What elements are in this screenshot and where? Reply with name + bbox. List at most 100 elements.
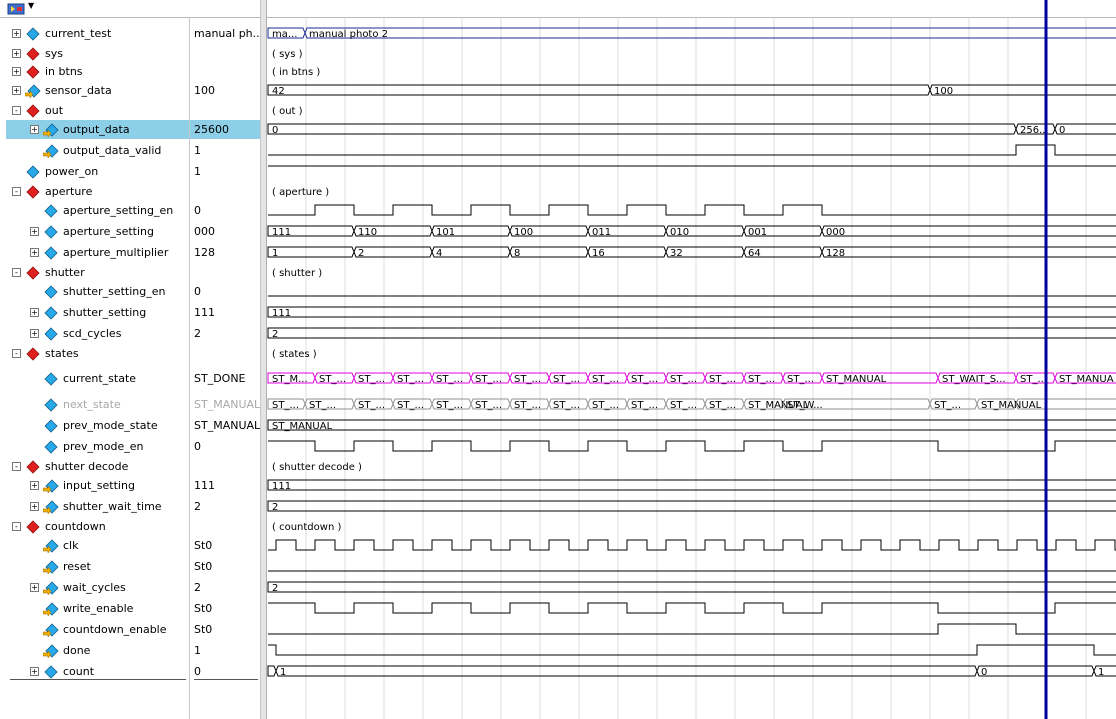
- expand-icon[interactable]: +: [30, 481, 39, 490]
- bus-label: 2: [358, 248, 364, 259]
- signal-value-row: 25600: [190, 120, 260, 139]
- bus-segment: [267, 123, 1017, 135]
- signal-name: scd_cycles: [63, 327, 122, 340]
- expand-icon[interactable]: +: [30, 125, 39, 134]
- collapse-icon[interactable]: -: [12, 106, 21, 115]
- expand-icon[interactable]: +: [12, 29, 21, 38]
- signal-value: 1: [194, 165, 201, 178]
- collapse-icon[interactable]: -: [12, 268, 21, 277]
- signal-row[interactable]: + scd_cycles: [0, 324, 189, 343]
- expand-icon[interactable]: +: [12, 86, 21, 95]
- signal-row[interactable]: write_enable: [0, 599, 189, 618]
- signal-row[interactable]: clk: [0, 536, 189, 555]
- signal-value-row: St0: [190, 557, 260, 576]
- signal-value-row: 0: [190, 282, 260, 301]
- signal-row[interactable]: shutter_setting_en: [0, 282, 189, 301]
- signal-name: write_enable: [63, 602, 134, 615]
- bus-label: ST_...: [436, 374, 463, 385]
- waveform-canvas[interactable]: ma... manual photo 2( sys )( in btns )42 1…: [267, 0, 1116, 719]
- signal-name: shutter_setting: [63, 306, 147, 319]
- chevron-down-icon[interactable]: ▼: [28, 1, 34, 10]
- signal-value-row: [190, 263, 260, 282]
- port-arrow-icon: [42, 602, 59, 622]
- bus-segment: [267, 327, 1116, 339]
- clk-wave: [268, 539, 1116, 551]
- signal-row[interactable]: done: [0, 641, 189, 660]
- bus-label: ST_...: [592, 400, 619, 411]
- expand-icon[interactable]: +: [30, 502, 39, 511]
- collapse-icon[interactable]: -: [12, 187, 21, 196]
- signal-row[interactable]: aperture_setting_en: [0, 201, 189, 220]
- collapse-icon[interactable]: -: [12, 522, 21, 531]
- waveform-pane[interactable]: ma... manual photo 2( sys )( in btns ) 42 1…: [267, 0, 1116, 719]
- signal-name: countdown_enable: [63, 623, 167, 636]
- bus-segment: [267, 665, 277, 677]
- collapse-icon[interactable]: -: [12, 349, 21, 358]
- signal-name: shutter_wait_time: [63, 500, 162, 513]
- signal-row[interactable]: - countdown: [0, 517, 189, 536]
- expand-icon[interactable]: +: [30, 308, 39, 317]
- signal-row[interactable]: power_on: [0, 162, 189, 181]
- bus-label: 011: [592, 227, 611, 238]
- signal-diamond-icon: [43, 419, 59, 439]
- signal-row[interactable]: - shutter decode: [0, 457, 189, 476]
- bus-segment: [353, 246, 433, 258]
- signal-value: ST_MANUAL: [194, 398, 261, 411]
- collapse-icon[interactable]: -: [12, 462, 21, 471]
- signal-row[interactable]: + input_setting: [0, 476, 189, 495]
- signal-row[interactable]: prev_mode_state: [0, 416, 189, 435]
- signal-row[interactable]: + wait_cycles: [0, 578, 189, 597]
- signal-diamond-icon: [43, 204, 59, 224]
- signal-row[interactable]: + current_test: [0, 24, 189, 43]
- signal-row[interactable]: countdown_enable: [0, 620, 189, 639]
- signal-row[interactable]: + aperture_setting: [0, 222, 189, 241]
- port-arrow-icon: [42, 479, 59, 499]
- signal-name: sys: [45, 47, 63, 60]
- expand-icon[interactable]: +: [30, 667, 39, 676]
- signal-name: clk: [63, 539, 79, 552]
- add-wave-icon[interactable]: [7, 3, 25, 15]
- bus-label: ST_...: [709, 400, 736, 411]
- done-wave: [268, 644, 1116, 656]
- signal-row[interactable]: output_data_valid: [0, 141, 189, 160]
- bus-label: 111: [272, 308, 291, 319]
- signal-value-row: 0: [190, 201, 260, 220]
- signal-row[interactable]: - states: [0, 344, 189, 363]
- expand-icon[interactable]: +: [30, 227, 39, 236]
- expand-icon[interactable]: +: [30, 583, 39, 592]
- signal-value-row: St0: [190, 599, 260, 618]
- bus-segment: [929, 84, 1116, 96]
- bus-label: 0: [981, 667, 987, 678]
- signal-row[interactable]: + shutter_setting: [0, 303, 189, 322]
- expand-icon[interactable]: +: [30, 248, 39, 257]
- signal-diamond-icon: [43, 225, 59, 245]
- signal-row[interactable]: reset: [0, 557, 189, 576]
- bus-label: ST_...: [592, 374, 619, 385]
- signal-row[interactable]: current_state: [0, 369, 189, 388]
- bus-segment: [509, 246, 589, 258]
- signal-row[interactable]: - shutter: [0, 263, 189, 282]
- bus-label: ST_...: [397, 400, 424, 411]
- signal-row[interactable]: - out: [0, 101, 189, 120]
- signal-value: 128: [194, 246, 215, 259]
- signal-row[interactable]: + in btns: [0, 62, 189, 81]
- signal-row[interactable]: + sys: [0, 44, 189, 63]
- signal-row[interactable]: - aperture: [0, 182, 189, 201]
- signal-row[interactable]: + aperture_multiplier: [0, 243, 189, 262]
- signal-value: 2: [194, 581, 201, 594]
- signal-row[interactable]: + shutter_wait_time: [0, 497, 189, 516]
- signal-row[interactable]: + sensor_data: [0, 81, 189, 100]
- signal-row[interactable]: + output_data: [6, 120, 189, 139]
- bus-label: ST_W...: [787, 400, 823, 411]
- expand-icon[interactable]: +: [12, 49, 21, 58]
- signal-row[interactable]: next_state: [0, 395, 189, 414]
- signal-row[interactable]: prev_mode_en: [0, 437, 189, 456]
- bus-label: 100: [514, 227, 533, 238]
- bus-label: ma...: [272, 29, 297, 40]
- pane-divider: [10, 679, 186, 680]
- bus-segment: [267, 500, 1116, 512]
- expand-icon[interactable]: +: [12, 67, 21, 76]
- expand-icon[interactable]: +: [30, 329, 39, 338]
- signal-name: prev_mode_en: [63, 440, 144, 453]
- signal-diamond-icon: [43, 285, 59, 305]
